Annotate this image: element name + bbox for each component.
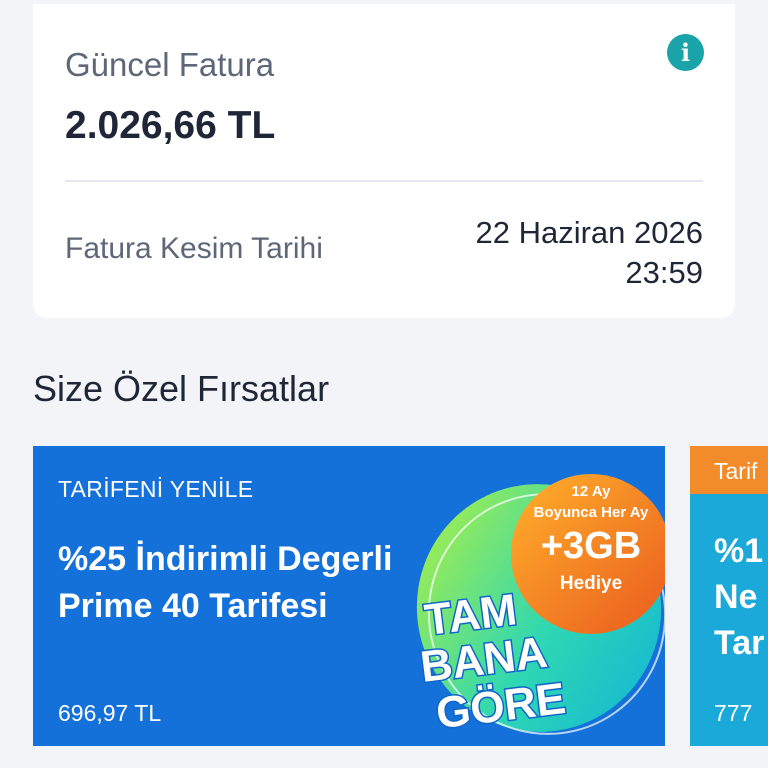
promo-big: +3GB (541, 525, 641, 567)
offer-headline: %1 Ne Tar (714, 528, 764, 666)
bill-cut-date-value: 22 Haziran 2026 23:59 (476, 213, 704, 293)
tam-bana-gore-promo-graphic: 12 Ay Boyunca Her Ay +3GB Hediye TAM BAN… (416, 474, 665, 740)
bill-cut-date-label: Fatura Kesim Tarihi (65, 232, 323, 265)
info-icon[interactable]: i (667, 34, 704, 71)
promo-line-1: 12 Ay (572, 483, 612, 500)
offer-headline-line: Tar (714, 624, 765, 662)
offer-eyebrow: Tarif (714, 458, 758, 484)
divider (65, 180, 703, 182)
bill-title: Güncel Fatura (65, 46, 275, 83)
current-bill-card: Güncel Fatura 2.026,66 TL i Fatura Kesim… (33, 4, 735, 318)
offer-card-second[interactable]: Tarif %1 Ne Tar 777 (690, 446, 768, 746)
offer-eyebrow: TARİFENİ YENİLE (58, 476, 254, 502)
offer-headline: %25 İndirimli Degerli Prime 40 Tarifesi (58, 540, 393, 625)
offers-section-title: Size Özel Fırsatlar (33, 368, 330, 409)
bill-amount: 2.026,66 TL (65, 104, 276, 147)
offer-card-prime-40[interactable]: TARİFENİ YENİLE %25 İndirimli Degerli Pr… (33, 446, 665, 746)
bill-cut-date: 22 Haziran 2026 (475, 215, 704, 250)
promo-line-2: Boyunca Her Ay (534, 504, 649, 521)
offer-price: 777 (714, 700, 753, 726)
offer-headline-line: %1 (714, 532, 764, 570)
offer-price: 696,97 TL (58, 700, 162, 726)
offer-headline-line: Ne (714, 578, 758, 616)
bill-cut-time: 23:59 (625, 255, 703, 290)
promo-gift: Hediye (560, 573, 622, 594)
